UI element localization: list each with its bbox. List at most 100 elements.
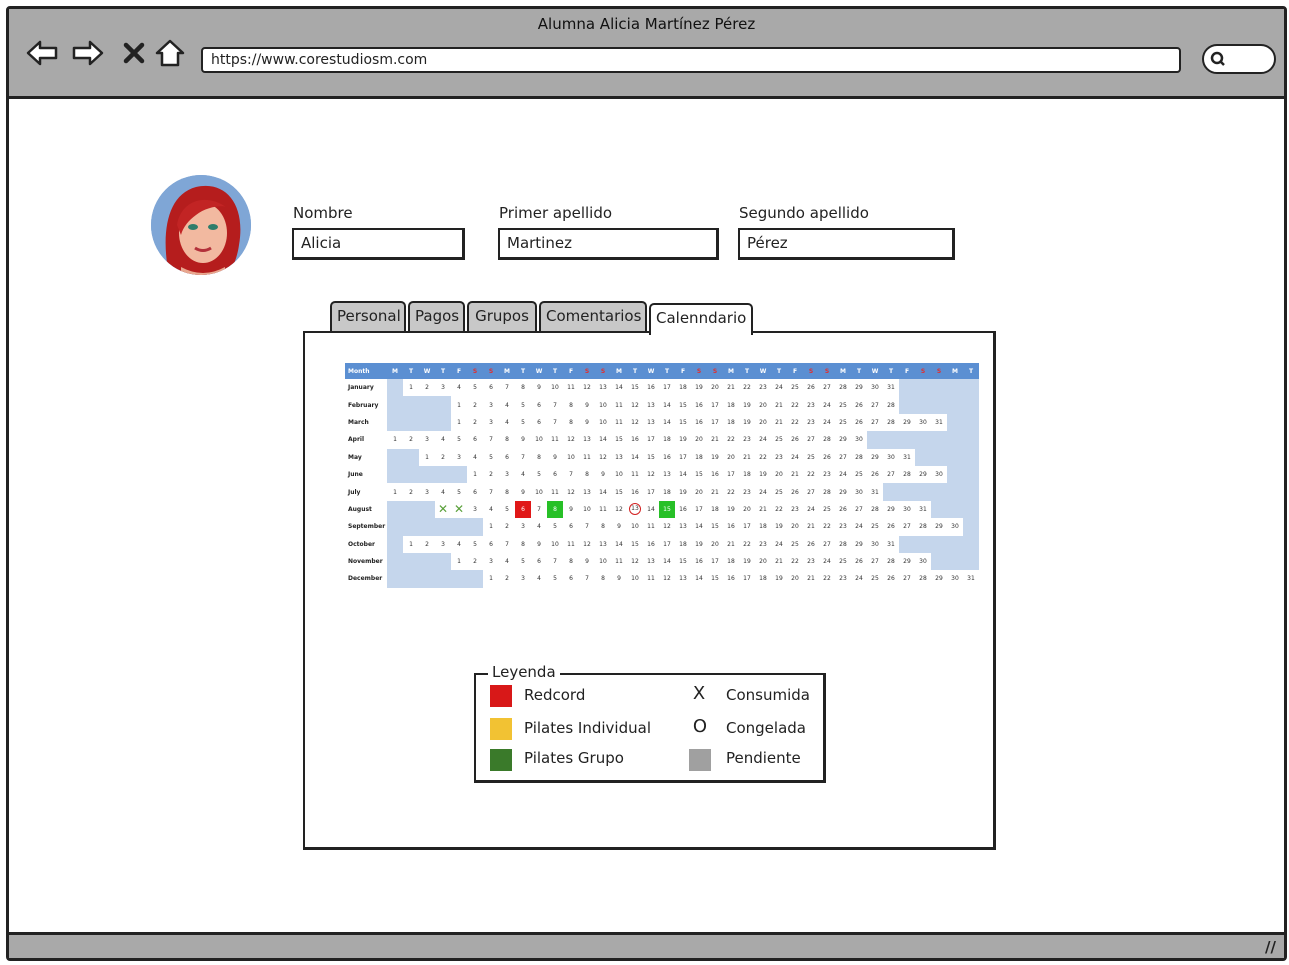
calendar-day[interactable]: 22 — [771, 500, 787, 519]
tab-comentarios[interactable]: Comentarios — [539, 301, 647, 331]
primer-apellido-input[interactable]: Martinez — [498, 228, 719, 260]
calendar-day[interactable]: 11 — [579, 448, 595, 466]
calendar-day[interactable]: 9 — [531, 379, 547, 397]
calendar-day[interactable]: 27 — [867, 413, 883, 432]
calendar-day[interactable]: 8 — [547, 500, 563, 519]
calendar-day[interactable]: 4 — [435, 431, 451, 449]
calendar-day[interactable]: 7 — [483, 483, 499, 501]
calendar-day[interactable]: 21 — [723, 535, 739, 553]
calendar-day[interactable]: 6 — [531, 396, 547, 414]
calendar-day[interactable]: 5 — [515, 396, 531, 414]
calendar-day[interactable]: 24 — [771, 535, 787, 553]
calendar-day[interactable]: 2 — [467, 413, 483, 432]
calendar-day[interactable]: 15 — [675, 552, 691, 571]
calendar-day[interactable]: 13 — [643, 396, 659, 414]
calendar-day[interactable]: 18 — [723, 413, 739, 432]
calendar-day[interactable]: 20 — [691, 431, 707, 449]
calendar-day[interactable]: 19 — [739, 396, 755, 414]
calendar-day[interactable]: 9 — [611, 570, 627, 588]
calendar-day[interactable]: 16 — [707, 465, 723, 484]
calendar-day[interactable]: 27 — [835, 448, 851, 466]
segundo-apellido-input[interactable]: Pérez — [738, 228, 955, 260]
calendar-day[interactable]: 23 — [755, 535, 771, 553]
calendar-day[interactable]: 28 — [835, 379, 851, 397]
calendar-day[interactable]: 8 — [563, 396, 579, 414]
calendar-day[interactable]: 21 — [803, 570, 819, 588]
calendar-day[interactable]: 25 — [867, 518, 883, 536]
calendar-day[interactable]: 31 — [883, 535, 899, 553]
calendar-day[interactable]: 4 — [467, 448, 483, 466]
calendar-day[interactable]: 27 — [803, 431, 819, 449]
calendar-day[interactable]: 8 — [499, 431, 515, 449]
calendar-day[interactable]: 12 — [659, 518, 675, 536]
calendar-day[interactable]: 24 — [819, 396, 835, 414]
calendar-day[interactable]: 9 — [611, 518, 627, 536]
calendar-day[interactable]: 20 — [739, 500, 755, 519]
calendar-day[interactable]: 9 — [515, 483, 531, 501]
calendar-day[interactable]: 24 — [851, 518, 867, 536]
calendar-day[interactable]: 15 — [675, 413, 691, 432]
calendar-day[interactable]: 15 — [627, 379, 643, 397]
calendar-day[interactable]: 13 — [611, 448, 627, 466]
calendar-day[interactable]: 27 — [819, 535, 835, 553]
calendar-day[interactable]: 29 — [883, 500, 899, 519]
calendar-day[interactable]: 7 — [499, 379, 515, 397]
calendar-day[interactable]: 1 — [483, 518, 499, 536]
calendar-day[interactable]: 17 — [723, 465, 739, 484]
calendar-day[interactable]: 31 — [883, 379, 899, 397]
calendar-day[interactable]: 26 — [867, 465, 883, 484]
calendar-day[interactable]: 29 — [835, 431, 851, 449]
calendar-day[interactable]: 28 — [883, 396, 899, 414]
calendar-day[interactable]: 25 — [787, 535, 803, 553]
calendar-day[interactable]: 12 — [579, 535, 595, 553]
calendar-day[interactable]: 1 — [403, 535, 419, 553]
calendar-day[interactable]: 21 — [771, 552, 787, 571]
calendar-day[interactable]: 29 — [851, 379, 867, 397]
calendar-day[interactable]: 28 — [819, 483, 835, 501]
calendar-day[interactable]: 6 — [467, 431, 483, 449]
calendar-day[interactable]: 4 — [499, 413, 515, 432]
calendar-day[interactable]: 17 — [691, 500, 707, 519]
calendar-day[interactable]: 2 — [419, 535, 435, 553]
calendar-day[interactable]: 17 — [643, 483, 659, 501]
calendar-day[interactable]: 3 — [435, 379, 451, 397]
calendar-day[interactable]: 30 — [851, 483, 867, 501]
calendar-day[interactable]: 14 — [691, 518, 707, 536]
calendar-day[interactable]: 9 — [579, 552, 595, 571]
calendar-day[interactable]: 6 — [563, 570, 579, 588]
calendar-day[interactable]: 14 — [659, 396, 675, 414]
calendar-day[interactable]: 10 — [595, 413, 611, 432]
calendar-day[interactable]: 17 — [739, 518, 755, 536]
calendar-day[interactable]: 12 — [643, 465, 659, 484]
calendar-day[interactable]: 12 — [627, 413, 643, 432]
calendar-day[interactable]: 14 — [675, 465, 691, 484]
calendar-day[interactable]: 9 — [515, 431, 531, 449]
calendar-day[interactable]: 25 — [771, 483, 787, 501]
calendar-day[interactable]: 28 — [883, 552, 899, 571]
calendar-day[interactable]: 31 — [915, 500, 931, 519]
calendar-day[interactable]: 23 — [803, 413, 819, 432]
calendar-day[interactable]: 30 — [931, 465, 947, 484]
calendar-day[interactable]: 26 — [819, 448, 835, 466]
calendar-day[interactable]: 13 — [643, 552, 659, 571]
calendar-day[interactable]: 5 — [483, 448, 499, 466]
calendar-day[interactable]: 9 — [547, 448, 563, 466]
calendar-day[interactable]: 21 — [707, 483, 723, 501]
calendar-day[interactable]: 14 — [627, 448, 643, 466]
calendar-day[interactable]: 4 — [483, 500, 499, 519]
calendar-day[interactable]: 4 — [435, 483, 451, 501]
calendar-day[interactable]: ✕ — [435, 501, 451, 518]
calendar-day[interactable]: 10 — [595, 552, 611, 571]
calendar-day[interactable]: 19 — [691, 535, 707, 553]
calendar-day[interactable]: 8 — [595, 570, 611, 588]
calendar-day[interactable]: 19 — [771, 518, 787, 536]
calendar-day[interactable]: 9 — [563, 500, 579, 519]
tab-personal[interactable]: Personal — [330, 301, 406, 331]
calendar-day[interactable]: 27 — [883, 465, 899, 484]
calendar-day[interactable]: 21 — [739, 448, 755, 466]
calendar-day[interactable]: 23 — [835, 570, 851, 588]
calendar-day[interactable]: 7 — [499, 535, 515, 553]
calendar-day[interactable]: 28 — [915, 570, 931, 588]
calendar-day[interactable]: 18 — [739, 465, 755, 484]
calendar-day[interactable]: 28 — [915, 518, 931, 536]
